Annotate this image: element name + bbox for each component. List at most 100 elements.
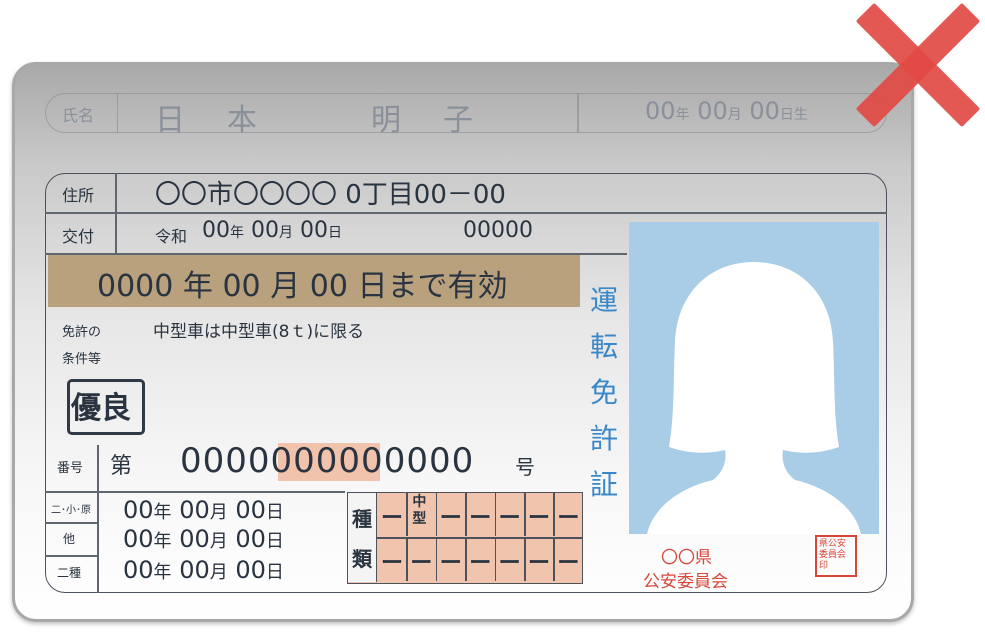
date3-day: 00 xyxy=(235,556,266,584)
red-x-mark-icon xyxy=(855,0,985,130)
type-grid-vline xyxy=(406,537,408,581)
number-part-c: 0000 xyxy=(383,441,475,481)
address-value: 〇〇市〇〇〇〇 0丁目00－00 xyxy=(155,180,506,210)
validity-year-unit: 年 xyxy=(182,269,213,304)
type-label-1: 種 xyxy=(352,507,372,531)
type-cell-dash: ー xyxy=(498,551,521,576)
issue-day: 00 xyxy=(300,218,328,243)
portrait-photo xyxy=(629,222,879,534)
type-grid-vline xyxy=(465,537,467,581)
address-label: 住所 xyxy=(62,186,95,205)
number-prefix: 第 xyxy=(110,454,133,479)
excellent-badge-text: 優良 xyxy=(71,391,131,426)
type-grid-vline xyxy=(553,537,555,581)
row-label-1: 二･小･原 xyxy=(51,505,91,516)
type-cell-dash: ー xyxy=(557,506,580,531)
date1-month-unit: 月 xyxy=(209,502,228,523)
date1-year-unit: 年 xyxy=(153,502,172,523)
type-cell-dash: ー xyxy=(439,551,462,576)
date3-year-unit: 年 xyxy=(153,562,172,583)
row-label-2: 他 xyxy=(63,532,76,546)
name-value: 日 本 明 子 xyxy=(155,103,479,138)
type-cell-dash: ー xyxy=(469,551,492,576)
type-grid-vline xyxy=(465,492,467,536)
issue-year: 00 xyxy=(202,218,230,243)
type-grid-vline xyxy=(435,537,438,581)
type-label-2: 類 xyxy=(352,547,372,571)
type-grid-vline xyxy=(494,537,497,581)
date3-month-unit: 月 xyxy=(209,562,228,583)
type-grid-vline xyxy=(494,492,497,536)
date2-year-unit: 年 xyxy=(153,531,172,552)
type-cell-dash: ー xyxy=(557,551,580,576)
title-char-4: 許 xyxy=(589,422,618,455)
title-char-1: 運 xyxy=(589,284,618,317)
type-cell-dash: ー xyxy=(498,506,521,531)
validity-day-unit: 日まで有効 xyxy=(357,269,508,304)
number-suffix: 号 xyxy=(515,455,535,479)
issue-month-unit: 月 xyxy=(279,225,293,241)
validity-day: 00 xyxy=(309,269,348,304)
date3-day-unit: 日 xyxy=(265,562,284,583)
type-cell-dash: ー xyxy=(410,551,433,576)
label-col-divider xyxy=(115,173,117,255)
validity-month: 00 xyxy=(222,269,261,304)
issue-number: 00000 xyxy=(463,218,533,243)
birth-month-unit: 月 xyxy=(727,107,742,123)
row-divider-1 xyxy=(45,522,97,524)
validity-year: 0000 xyxy=(97,269,174,304)
birth-date: 00年 00月 00日生 xyxy=(645,97,808,125)
number-part-a: 0000 xyxy=(180,441,271,481)
title-char-2: 転 xyxy=(589,330,618,363)
birth-year-unit: 年 xyxy=(675,107,690,123)
name-divider-2 xyxy=(577,93,579,133)
row-divider-2 xyxy=(45,555,97,557)
date2-day-unit: 日 xyxy=(265,531,284,552)
number-label-divider xyxy=(97,445,99,593)
number-label: 番号 xyxy=(57,461,84,476)
type-mid-1: 中 xyxy=(412,494,427,510)
seal-text: 県公安委員会印 xyxy=(819,539,847,571)
issue-day-unit: 日 xyxy=(328,225,342,241)
type-grid-vline xyxy=(435,492,438,536)
conditions-label-2: 条件等 xyxy=(62,352,102,367)
title-char-5: 証 xyxy=(589,468,618,501)
issuer-line-2: 公安委員会 xyxy=(643,572,728,592)
type-cell-dash: ー xyxy=(528,551,551,576)
date-row-3: 00年 00月 00日 xyxy=(123,555,284,588)
date1-day: 00 xyxy=(235,496,266,524)
license-card: 氏名 日 本 明 子 00年 00月 00日生 住所 〇〇市〇〇〇〇 0丁目00… xyxy=(12,62,914,622)
issue-date: 00年 00月 00日 xyxy=(202,218,342,243)
type-cell-dash: ー xyxy=(381,551,404,576)
address-divider xyxy=(45,212,887,214)
issue-month: 00 xyxy=(251,218,279,243)
name-label: 氏名 xyxy=(62,106,95,125)
license-number: 0000000000000 xyxy=(180,441,474,481)
validity-date: 0000 年 00 月 00 日まで有効 xyxy=(97,261,507,305)
date3-month: 00 xyxy=(179,556,210,584)
birth-year: 00 xyxy=(645,97,676,125)
issuer-line-1: 〇〇県 xyxy=(661,548,712,568)
date2-month-unit: 月 xyxy=(209,531,228,552)
birth-day-unit: 日生 xyxy=(779,107,808,123)
issue-label: 交付 xyxy=(62,227,95,246)
title-char-3: 免 xyxy=(589,376,618,409)
type-cell-dash: ー xyxy=(469,506,492,531)
conditions-label-1: 免許の xyxy=(62,325,102,340)
date1-year: 00 xyxy=(123,496,154,524)
type-grid-vline xyxy=(553,492,555,536)
type-grid-vline xyxy=(406,492,408,536)
issue-era: 令和 xyxy=(155,227,188,246)
portrait-silhouette-icon xyxy=(647,262,861,534)
type-mid-2: 型 xyxy=(412,511,427,527)
type-grid-vline xyxy=(524,492,526,536)
validity-month-unit: 月 xyxy=(270,269,301,304)
number-part-b: 00000 xyxy=(270,441,384,481)
row-label-3: 二種 xyxy=(57,566,82,580)
date2-month: 00 xyxy=(179,525,210,553)
date1-day-unit: 日 xyxy=(265,502,284,523)
date2-year: 00 xyxy=(123,525,154,553)
birth-day: 00 xyxy=(749,97,780,125)
conditions-value: 中型車は中型車(8ｔ)に限る xyxy=(153,322,365,342)
type-grid-vline xyxy=(524,537,526,581)
